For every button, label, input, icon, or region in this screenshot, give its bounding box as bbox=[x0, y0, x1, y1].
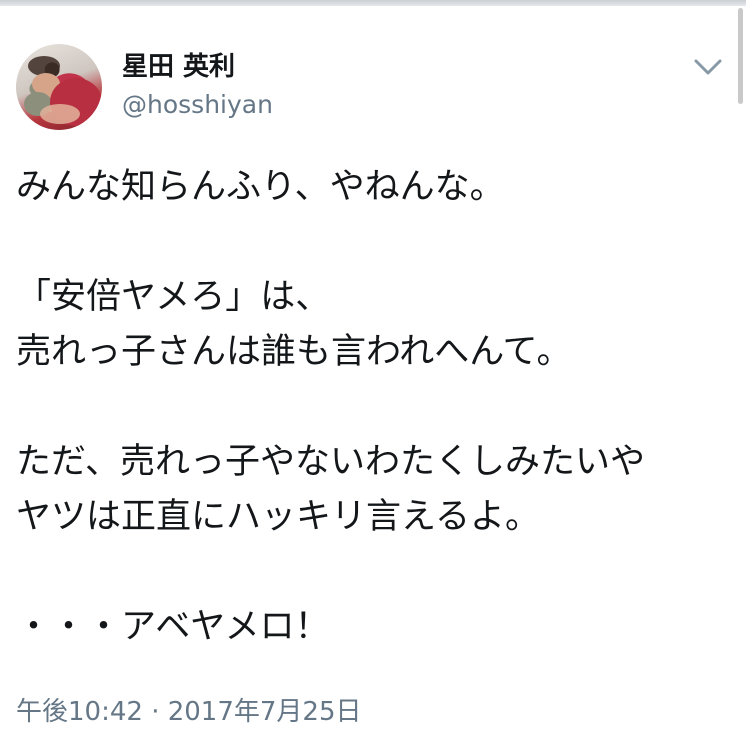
top-divider bbox=[0, 0, 746, 6]
handle[interactable]: @hosshiyan bbox=[122, 88, 273, 122]
tweet-text: みんな知らんふり、やねんな。 「安倍ヤメろ」は、 売れっ子さんは誰も言われへんて… bbox=[16, 167, 645, 647]
avatar[interactable] bbox=[16, 44, 102, 130]
chevron-down-icon[interactable] bbox=[690, 52, 726, 82]
display-name[interactable]: 星田 英利 bbox=[122, 50, 235, 84]
tweet-timestamp[interactable]: 午後10:42 · 2017年7月25日 bbox=[16, 694, 362, 730]
scrollbar-thumb[interactable] bbox=[738, 8, 743, 104]
